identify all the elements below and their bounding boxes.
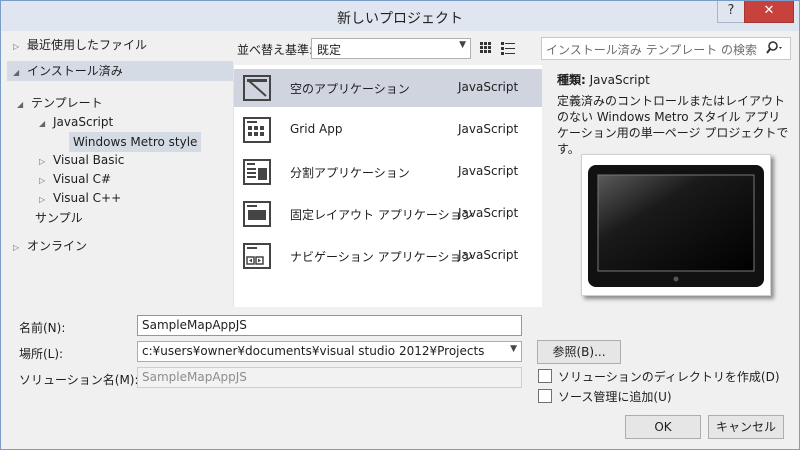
tablet-preview-image <box>581 154 771 296</box>
title-bar: 新しいプロジェクト ? ✕ <box>1 1 799 31</box>
template-name: 固定レイアウト アプリケーション <box>290 208 474 222</box>
tree-item-label: JavaScript <box>53 115 114 129</box>
template-tree: ▷ 最近使用したファイル ◢ インストール済み ◢ テンプレート ◢ JavaScrip… <box>1 31 233 307</box>
create-directory-checkbox[interactable]: ソリューションのディレクトリを作成(D) <box>538 369 780 385</box>
view-toggle <box>479 40 519 56</box>
location-label: 場所(L): <box>19 347 64 361</box>
solution-name-value: SampleMapAppJS <box>142 370 247 384</box>
grid-app-icon <box>243 117 271 143</box>
location-combobox[interactable]: c:¥users¥owner¥documents¥visual studio 2… <box>137 341 522 362</box>
template-name: 空のアプリケーション <box>290 82 410 96</box>
search-placeholder: インストール済み テンプレート の検索 <box>546 43 758 57</box>
template-item-split-app[interactable]: 分割アプリケーション JavaScript <box>234 153 542 191</box>
checkbox-unchecked-icon[interactable] <box>538 369 552 383</box>
template-item-grid-app[interactable]: Grid App JavaScript <box>234 111 542 149</box>
template-language: JavaScript <box>458 80 519 94</box>
browse-button[interactable]: 参照(B)... <box>537 340 621 364</box>
tree-item-label: 最近使用したファイル <box>27 38 148 52</box>
template-language: JavaScript <box>458 248 519 262</box>
checkbox-label: ソース管理に追加(U) <box>558 390 672 404</box>
tree-item-samples[interactable]: サンプル <box>35 208 83 228</box>
close-button[interactable]: ✕ <box>744 1 794 23</box>
tree-item-visual-csharp[interactable]: ▷ Visual C# <box>39 169 111 189</box>
type-row: 種類: JavaScript <box>557 71 650 88</box>
collapse-arrow-icon: ◢ <box>39 119 46 128</box>
template-name: ナビゲーション アプリケーション <box>290 250 474 264</box>
chevron-down-icon: ▼ <box>459 40 466 50</box>
tree-item-label: Visual Basic <box>53 153 125 167</box>
checkbox-label: ソリューションのディレクトリを作成(D) <box>558 370 780 384</box>
tree-item-windows-metro-style[interactable]: Windows Metro style <box>69 132 202 152</box>
template-list: 空のアプリケーション JavaScript Grid App JavaScrip… <box>233 65 542 307</box>
small-icons-view-icon[interactable] <box>480 42 491 53</box>
type-label: 種類: <box>557 73 586 87</box>
tree-item-label: Windows Metro style <box>73 135 198 149</box>
cancel-button[interactable]: キャンセル <box>708 415 784 439</box>
tree-item-label: インストール済み <box>27 64 123 78</box>
collapse-arrow-icon: ◢ <box>17 100 24 109</box>
template-name: Grid App <box>290 122 343 136</box>
new-project-dialog: 新しいプロジェクト ? ✕ ▷ 最近使用したファイル ◢ インストール済み ◢ テンプ… <box>0 0 800 450</box>
project-name-value: SampleMapAppJS <box>142 318 247 332</box>
tree-item-installed[interactable]: ◢ インストール済み <box>7 61 233 81</box>
template-description: 定義済みのコントロールまたはレイアウトのない Windows Metro スタイ… <box>557 94 789 156</box>
search-icon[interactable] <box>766 39 784 57</box>
tree-item-online[interactable]: ▷ オンライン <box>13 236 87 256</box>
blank-app-icon <box>243 75 271 101</box>
checkbox-unchecked-icon[interactable] <box>538 389 552 403</box>
chevron-down-icon[interactable]: ▼ <box>510 344 517 354</box>
location-value: c:¥users¥owner¥documents¥visual studio 2… <box>142 344 485 358</box>
template-name: 分割アプリケーション <box>290 166 410 180</box>
dialog-title: 新しいプロジェクト <box>337 11 463 27</box>
tree-item-javascript[interactable]: ◢ JavaScript <box>39 112 113 132</box>
tree-item-label: Visual C# <box>53 172 112 186</box>
template-language: JavaScript <box>458 164 519 178</box>
ok-button[interactable]: OK <box>625 415 701 439</box>
tree-item-label: オンライン <box>27 239 88 253</box>
template-item-navigation-app[interactable]: ナビゲーション アプリケーション JavaScript <box>234 237 542 275</box>
template-item-blank-app[interactable]: 空のアプリケーション JavaScript <box>234 69 542 107</box>
help-button[interactable]: ? <box>717 1 745 23</box>
navigation-app-icon <box>243 243 271 269</box>
tree-item-label: テンプレート <box>31 96 103 110</box>
fixed-layout-icon <box>243 201 271 227</box>
tree-item-templates[interactable]: ◢ テンプレート <box>17 93 103 113</box>
tree-item-visual-basic[interactable]: ▷ Visual Basic <box>39 150 124 170</box>
collapse-arrow-icon: ◢ <box>13 68 20 77</box>
name-label: 名前(N): <box>19 321 66 335</box>
project-name-input[interactable]: SampleMapAppJS <box>137 315 522 336</box>
sort-label: 並べ替え基準: <box>237 43 314 57</box>
expand-arrow-icon: ▷ <box>13 243 20 252</box>
tree-item-visual-cpp[interactable]: ▷ Visual C++ <box>39 188 121 208</box>
tree-item-label: サンプル <box>35 211 83 225</box>
list-view-icon[interactable] <box>501 42 515 55</box>
type-value: JavaScript <box>589 73 650 87</box>
expand-arrow-icon: ▷ <box>39 195 46 204</box>
template-search-input[interactable]: インストール済み テンプレート の検索 <box>541 37 791 60</box>
template-language: JavaScript <box>458 206 519 220</box>
tree-item-recent[interactable]: ▷ 最近使用したファイル <box>13 35 227 55</box>
split-app-icon <box>243 159 271 185</box>
template-item-fixed-layout[interactable]: 固定レイアウト アプリケーション JavaScript <box>234 195 542 233</box>
solution-name-input[interactable]: SampleMapAppJS <box>137 367 522 388</box>
sort-dropdown[interactable]: 既定 ▼ <box>311 38 471 59</box>
source-control-checkbox[interactable]: ソース管理に追加(U) <box>538 389 672 405</box>
template-language: JavaScript <box>458 122 519 136</box>
expand-arrow-icon: ▷ <box>13 42 20 51</box>
solution-name-label: ソリューション名(M): <box>19 373 139 387</box>
sort-value: 既定 <box>317 43 342 57</box>
tree-item-label: Visual C++ <box>53 191 122 205</box>
